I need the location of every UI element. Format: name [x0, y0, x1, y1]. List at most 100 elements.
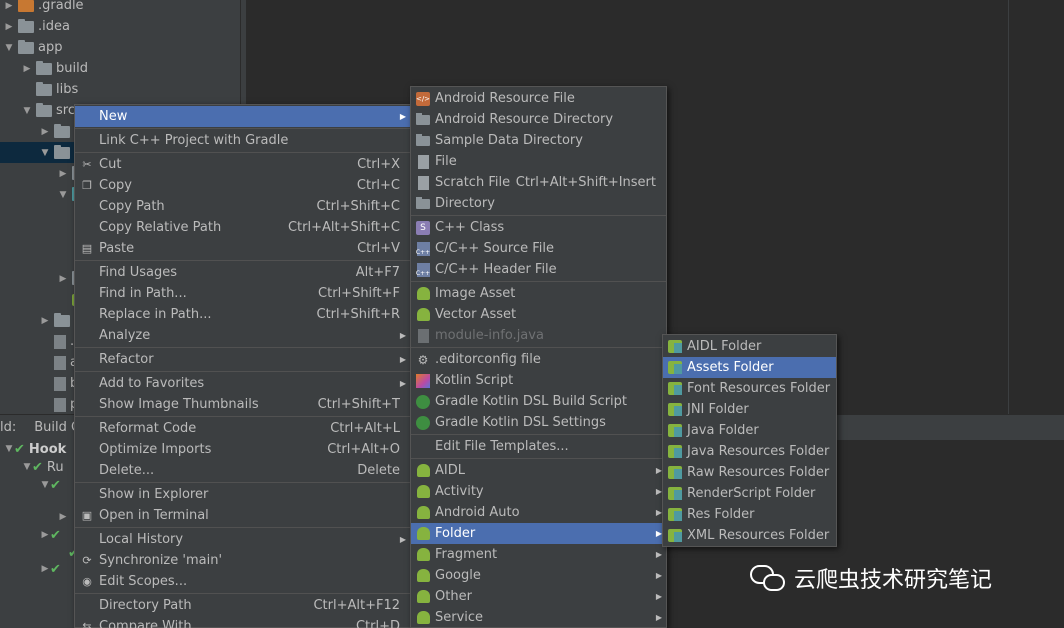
- menu-item[interactable]: Show in Explorer: [75, 484, 410, 505]
- menu-item[interactable]: New ▶: [75, 106, 410, 127]
- expand-arrow-icon[interactable]: ▼: [22, 100, 32, 121]
- menu-item[interactable]: ◉ Edit Scopes...: [75, 571, 410, 592]
- menu-item[interactable]: Raw Resources Folder: [663, 462, 836, 483]
- tree-node[interactable]: libs: [0, 79, 246, 100]
- build-tree-row[interactable]: ▶ ✔: [40, 560, 65, 578]
- menu-item[interactable]: Scratch File Ctrl+Alt+Shift+Insert: [411, 172, 666, 193]
- collapse-arrow-icon[interactable]: ▶: [22, 58, 32, 79]
- menu-item[interactable]: ⇆ Compare With... Ctrl+D: [75, 616, 410, 628]
- collapse-arrow-icon[interactable]: ▶: [58, 268, 68, 289]
- menu-item[interactable]: S C++ Class: [411, 217, 666, 238]
- collapse-arrow-icon[interactable]: [40, 352, 50, 373]
- menu-item[interactable]: Replace in Path... Ctrl+Shift+R: [75, 304, 410, 325]
- collapse-arrow-icon[interactable]: [40, 331, 50, 352]
- menu-item[interactable]: Directory Path Ctrl+Alt+F12: [75, 595, 410, 616]
- menu-item[interactable]: Find in Path... Ctrl+Shift+F: [75, 283, 410, 304]
- menu-item[interactable]: Copy Relative Path Ctrl+Alt+Shift+C: [75, 217, 410, 238]
- menu-item[interactable]: AIDL Folder: [663, 336, 836, 357]
- collapse-arrow-icon[interactable]: [40, 373, 50, 394]
- menu-item[interactable]: Service ▶: [411, 607, 666, 628]
- menu-item[interactable]: Assets Folder: [663, 357, 836, 378]
- collapse-arrow-icon[interactable]: ▶: [40, 310, 50, 331]
- tree-node[interactable]: ▼ app: [0, 37, 246, 58]
- menu-item[interactable]: Image Asset: [411, 283, 666, 304]
- build-tree-row[interactable]: ▼ ✔ Ru: [22, 458, 64, 476]
- menu-item[interactable]: Java Folder: [663, 420, 836, 441]
- tree-arrow-icon[interactable]: ▶: [58, 507, 68, 528]
- menu-item[interactable]: Fragment ▶: [411, 544, 666, 565]
- menu-item[interactable]: Vector Asset: [411, 304, 666, 325]
- tree-arrow-icon[interactable]: ▶: [40, 525, 50, 546]
- menu-item[interactable]: Local History ▶: [75, 529, 410, 550]
- menu-item[interactable]: Optimize Imports Ctrl+Alt+O: [75, 439, 410, 460]
- check-icon: ✔: [50, 561, 61, 577]
- menu-item[interactable]: RenderScript Folder: [663, 483, 836, 504]
- menu-item[interactable]: Res Folder: [663, 504, 836, 525]
- android-folder-icon: [667, 444, 683, 460]
- collapse-arrow-icon[interactable]: ▶: [4, 16, 14, 37]
- menu-item[interactable]: Gradle Kotlin DSL Build Script: [411, 391, 666, 412]
- menu-item-label: Paste: [99, 241, 135, 256]
- tree-arrow-icon[interactable]: ▶: [40, 559, 50, 580]
- menu-item[interactable]: Kotlin Script: [411, 370, 666, 391]
- menu-item-shortcut: Ctrl+D: [355, 619, 400, 628]
- menu-item[interactable]: ✂ Cut Ctrl+X: [75, 154, 410, 175]
- menu-item[interactable]: ▤ Paste Ctrl+V: [75, 238, 410, 259]
- menu-item[interactable]: File: [411, 151, 666, 172]
- android-shape: [416, 287, 430, 300]
- collapse-arrow-icon[interactable]: ▶: [40, 121, 50, 142]
- tree-node[interactable]: ▶ .gradle: [0, 0, 246, 16]
- tree-node[interactable]: ▶ .idea: [0, 16, 246, 37]
- menu-item[interactable]: ❐ Copy Ctrl+C: [75, 175, 410, 196]
- menu-item[interactable]: Android Resource Directory: [411, 109, 666, 130]
- menu-item[interactable]: Android Auto ▶: [411, 502, 666, 523]
- menu-item[interactable]: ▣ Open in Terminal: [75, 505, 410, 526]
- menu-item[interactable]: Gradle Kotlin DSL Settings: [411, 412, 666, 433]
- collapse-arrow-icon[interactable]: [58, 289, 68, 310]
- expand-arrow-icon[interactable]: ▼: [58, 184, 68, 205]
- menu-item[interactable]: </> Android Resource File: [411, 88, 666, 109]
- menu-item[interactable]: Other ▶: [411, 586, 666, 607]
- tree-arrow-icon[interactable]: ▼: [22, 457, 32, 478]
- menu-item[interactable]: Activity ▶: [411, 481, 666, 502]
- build-tree-row[interactable]: ▼ ✔ Hook: [4, 439, 67, 460]
- build-tree-row[interactable]: ▶ ✔: [40, 526, 65, 544]
- menu-item[interactable]: Sample Data Directory: [411, 130, 666, 151]
- menu-item-label: Show in Explorer: [99, 487, 209, 502]
- menu-item[interactable]: AIDL ▶: [411, 460, 666, 481]
- menu-item[interactable]: Copy Path Ctrl+Shift+C: [75, 196, 410, 217]
- tree-arrow-icon[interactable]: ▼: [4, 439, 14, 460]
- menu-item[interactable]: Find Usages Alt+F7: [75, 262, 410, 283]
- menu-item-label: Refactor: [99, 352, 154, 367]
- build-tree-row[interactable]: ▼ ✔: [40, 476, 65, 494]
- menu-item[interactable]: Java Resources Folder: [663, 441, 836, 462]
- tree-arrow-icon[interactable]: ▼: [40, 475, 50, 496]
- menu-item[interactable]: Folder ▶: [411, 523, 666, 544]
- menu-item[interactable]: Add to Favorites ▶: [75, 373, 410, 394]
- expand-arrow-icon[interactable]: ▼: [40, 142, 50, 163]
- menu-item[interactable]: Refactor ▶: [75, 349, 410, 370]
- menu-item[interactable]: C++ C/C++ Header File: [411, 259, 666, 280]
- menu-item[interactable]: C++ C/C++ Source File: [411, 238, 666, 259]
- menu-item[interactable]: Analyze ▶: [75, 325, 410, 346]
- menu-item[interactable]: JNI Folder: [663, 399, 836, 420]
- menu-item[interactable]: Show Image Thumbnails Ctrl+Shift+T: [75, 394, 410, 415]
- collapse-arrow-icon[interactable]: ▶: [4, 0, 14, 16]
- tree-node[interactable]: ▶ build: [0, 58, 246, 79]
- menu-item[interactable]: Directory: [411, 193, 666, 214]
- menu-item[interactable]: Google ▶: [411, 565, 666, 586]
- menu-item[interactable]: Link C++ Project with Gradle: [75, 130, 410, 151]
- menu-item[interactable]: Delete... Delete: [75, 460, 410, 481]
- collapse-arrow-icon[interactable]: [40, 394, 50, 414]
- collapse-arrow-icon[interactable]: ▶: [58, 163, 68, 184]
- build-tree-row[interactable]: ▶: [58, 508, 68, 526]
- menu-item[interactable]: ⟳ Synchronize 'main': [75, 550, 410, 571]
- menu-item[interactable]: Edit File Templates...: [411, 436, 666, 457]
- menu-item[interactable]: ⚙ .editorconfig file: [411, 349, 666, 370]
- collapse-arrow-icon[interactable]: [22, 79, 32, 100]
- menu-item[interactable]: Reformat Code Ctrl+Alt+L: [75, 418, 410, 439]
- expand-arrow-icon[interactable]: ▼: [4, 37, 14, 58]
- menu-item[interactable]: XML Resources Folder: [663, 525, 836, 546]
- android-folder-icon: [667, 339, 683, 355]
- menu-item[interactable]: Font Resources Folder: [663, 378, 836, 399]
